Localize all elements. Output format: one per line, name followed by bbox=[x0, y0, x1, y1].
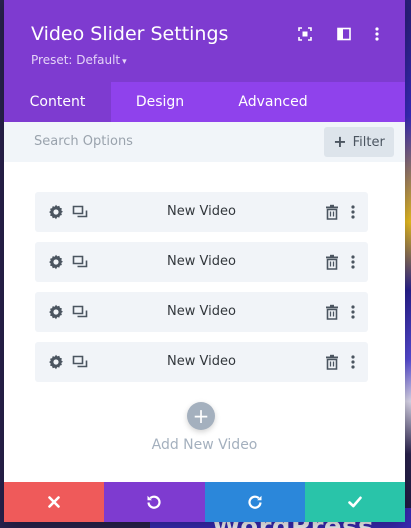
trash-icon[interactable] bbox=[325, 354, 339, 370]
item-label: New Video bbox=[167, 354, 236, 369]
list-item[interactable]: New Video bbox=[35, 342, 368, 382]
filter-label: Filter bbox=[352, 134, 385, 150]
checkmark-icon bbox=[348, 496, 362, 508]
filter-button[interactable]: + Filter bbox=[324, 127, 394, 157]
tab-advanced[interactable]: Advanced bbox=[209, 82, 337, 122]
undo-button[interactable] bbox=[104, 482, 205, 522]
item-label: New Video bbox=[167, 254, 236, 269]
plus-icon: + bbox=[333, 132, 347, 151]
modal-header[interactable]: Video Slider Settings Preset: Default ▾ bbox=[4, 0, 405, 82]
undo-icon bbox=[147, 495, 161, 509]
preset-selector[interactable]: Preset: Default ▾ bbox=[31, 52, 127, 70]
more-options-icon[interactable] bbox=[349, 354, 357, 370]
trash-icon[interactable] bbox=[325, 304, 339, 320]
more-options-icon[interactable] bbox=[349, 204, 357, 220]
add-new-video-label[interactable]: Add New Video bbox=[4, 436, 405, 454]
more-options-icon[interactable] bbox=[349, 254, 357, 270]
preset-label: Preset: Default bbox=[31, 53, 121, 67]
modal-footer bbox=[4, 482, 405, 522]
tab-content[interactable]: Content bbox=[4, 82, 111, 122]
modal-title: Video Slider Settings bbox=[31, 23, 229, 45]
item-label: New Video bbox=[167, 204, 236, 219]
caret-down-icon: ▾ bbox=[122, 57, 127, 67]
list-item[interactable]: New Video bbox=[35, 192, 368, 232]
sidebar-toggle-icon[interactable] bbox=[336, 26, 352, 42]
more-options-icon[interactable] bbox=[349, 304, 357, 320]
list-item[interactable]: New Video bbox=[35, 292, 368, 332]
search-input[interactable]: Search Options bbox=[34, 134, 133, 150]
close-icon bbox=[48, 496, 60, 508]
trash-icon[interactable] bbox=[325, 254, 339, 270]
redo-button[interactable] bbox=[204, 482, 305, 522]
search-bar: Search Options + Filter bbox=[4, 122, 405, 162]
tab-bar: Content Design Advanced bbox=[4, 82, 405, 122]
list-item[interactable]: New Video bbox=[35, 242, 368, 282]
trash-icon[interactable] bbox=[325, 204, 339, 220]
settings-modal: Video Slider Settings Preset: Default▾ bbox=[4, 0, 405, 522]
cancel-button[interactable] bbox=[4, 482, 105, 522]
fullscreen-icon[interactable] bbox=[297, 26, 313, 42]
tab-design[interactable]: Design bbox=[111, 82, 209, 122]
video-list: New Video New Video New Video New Video bbox=[35, 192, 368, 392]
item-label: New Video bbox=[167, 304, 236, 319]
redo-icon bbox=[248, 495, 262, 509]
save-button[interactable] bbox=[304, 482, 405, 522]
more-options-icon[interactable] bbox=[369, 26, 385, 42]
add-icon[interactable]: + bbox=[187, 402, 215, 430]
